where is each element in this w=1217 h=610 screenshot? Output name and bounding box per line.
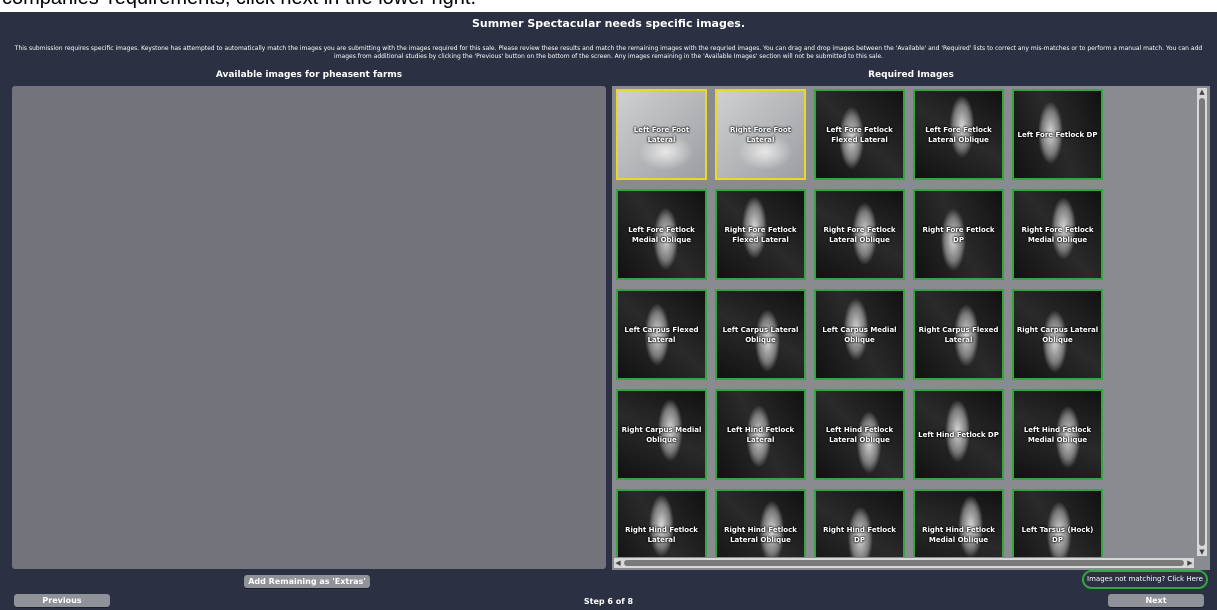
required-image-label: Left Carpus Flexed Lateral: [624, 325, 699, 344]
required-image-label: Right Hind Fetlock Medial Oblique: [922, 525, 995, 544]
page-title: Summer Spectacular needs specific images…: [471, 17, 746, 30]
required-image-slot[interactable]: Left Carpus Medial Oblique: [814, 289, 905, 380]
required-image-slot[interactable]: Left Carpus Lateral Oblique: [715, 289, 806, 380]
required-image-label: Right Carpus Medial Oblique: [621, 425, 702, 444]
required-image-label: Left Fore Fetlock Lateral Oblique: [925, 125, 992, 144]
required-images-header: Required Images: [868, 70, 954, 80]
instruction-banner-text: companies' requirements, click next in t…: [2, 0, 476, 10]
vertical-scrollbar[interactable]: ▲ ▼: [1197, 88, 1207, 556]
required-image-label: Left Fore Fetlock Flexed Lateral: [826, 125, 893, 144]
required-image-slot[interactable]: Right Hind Fetlock DP: [814, 489, 905, 557]
required-image-label: Right Carpus Flexed Lateral: [918, 325, 999, 344]
available-images-header: Available images for pheasent farms: [215, 70, 403, 80]
next-button[interactable]: Next: [1108, 594, 1204, 607]
required-image-label: Left Fore Foot Lateral: [633, 125, 690, 144]
required-image-slot[interactable]: Right Hind Fetlock Medial Oblique: [913, 489, 1004, 557]
required-image-slot[interactable]: Right Fore Fetlock Flexed Lateral: [715, 189, 806, 280]
required-image-slot[interactable]: Right Carpus Medial Oblique: [616, 389, 707, 480]
required-image-label: Right Fore Fetlock Medial Oblique: [1021, 225, 1094, 244]
required-image-slot[interactable]: Left Hind Fetlock Medial Oblique: [1012, 389, 1103, 480]
available-images-panel[interactable]: [12, 86, 606, 569]
add-remaining-extras-button[interactable]: Add Remaining as 'Extras': [244, 575, 370, 588]
required-image-slot[interactable]: Right Carpus Flexed Lateral: [913, 289, 1004, 380]
required-image-label: Left Carpus Medial Oblique: [822, 325, 897, 344]
required-image-slot[interactable]: Left Fore Fetlock Lateral Oblique: [913, 89, 1004, 180]
required-image-label: Right Fore Fetlock DP: [922, 225, 995, 244]
required-image-label: Left Fore Fetlock Medial Oblique: [628, 225, 695, 244]
required-image-label: Right Fore Foot Lateral: [730, 125, 791, 144]
required-image-label: Left Carpus Lateral Oblique: [722, 325, 799, 344]
intro-text: This submission requires specific images…: [14, 45, 1203, 60]
required-image-slot[interactable]: Left Fore Foot Lateral: [616, 89, 707, 180]
required-image-label: Left Tarsus (Hock) DP: [1021, 525, 1094, 544]
required-image-slot[interactable]: Right Carpus Lateral Oblique: [1012, 289, 1103, 380]
required-image-slot[interactable]: Left Fore Fetlock DP: [1012, 89, 1103, 180]
required-image-slot[interactable]: Left Hind Fetlock Lateral Oblique: [814, 389, 905, 480]
required-image-slot[interactable]: Right Fore Fetlock Medial Oblique: [1012, 189, 1103, 280]
required-image-label: Right Carpus Lateral Oblique: [1016, 325, 1099, 344]
scroll-left-icon[interactable]: ◀: [614, 559, 622, 567]
required-image-slot[interactable]: Right Hind Fetlock Lateral: [616, 489, 707, 557]
required-image-label: Right Fore Fetlock Lateral Oblique: [823, 225, 896, 244]
images-not-matching-link[interactable]: Images not matching? Click Here: [1082, 570, 1208, 589]
required-image-label: Right Hind Fetlock Lateral: [625, 525, 698, 544]
required-image-slot[interactable]: Right Fore Fetlock DP: [913, 189, 1004, 280]
required-image-slot[interactable]: Left Fore Fetlock Flexed Lateral: [814, 89, 905, 180]
required-image-label: Right Fore Fetlock Flexed Lateral: [724, 225, 797, 244]
required-image-label: Right Hind Fetlock Lateral Oblique: [724, 525, 797, 544]
required-image-slot[interactable]: Left Tarsus (Hock) DP: [1012, 489, 1103, 557]
required-image-slot[interactable]: Right Hind Fetlock Lateral Oblique: [715, 489, 806, 557]
scroll-right-icon[interactable]: ▶: [1186, 559, 1194, 567]
required-images-panel: Left Fore Foot Lateral Right Fore Foot La…: [612, 86, 1210, 570]
step-indicator: Step 6 of 8: [583, 597, 634, 606]
scroll-up-icon[interactable]: ▲: [1198, 88, 1206, 96]
required-image-label: Left Fore Fetlock DP: [1017, 130, 1098, 139]
required-image-slot[interactable]: Right Fore Fetlock Lateral Oblique: [814, 189, 905, 280]
required-image-slot[interactable]: Left Hind Fetlock Lateral: [715, 389, 806, 480]
horizontal-scrollbar[interactable]: ◀ ▶: [614, 558, 1194, 568]
required-image-label: Left Hind Fetlock Lateral Oblique: [825, 425, 894, 444]
vertical-scroll-thumb[interactable]: [1199, 98, 1205, 546]
horizontal-scroll-thumb[interactable]: [624, 560, 1184, 566]
required-image-slot[interactable]: Left Hind Fetlock DP: [913, 389, 1004, 480]
required-image-label: Right Hind Fetlock DP: [823, 525, 896, 544]
scroll-down-icon[interactable]: ▼: [1198, 548, 1206, 556]
required-image-label: Left Hind Fetlock Medial Oblique: [1023, 425, 1092, 444]
required-image-label: Left Hind Fetlock DP: [918, 430, 999, 439]
instruction-banner: companies' requirements, click next in t…: [0, 0, 1217, 12]
required-image-label: Left Hind Fetlock Lateral: [726, 425, 795, 444]
required-image-slot[interactable]: Left Fore Fetlock Medial Oblique: [616, 189, 707, 280]
required-images-grid: Left Fore Foot Lateral Right Fore Foot La…: [616, 89, 1194, 557]
required-image-slot[interactable]: Left Carpus Flexed Lateral: [616, 289, 707, 380]
required-image-slot[interactable]: Right Fore Foot Lateral: [715, 89, 806, 180]
